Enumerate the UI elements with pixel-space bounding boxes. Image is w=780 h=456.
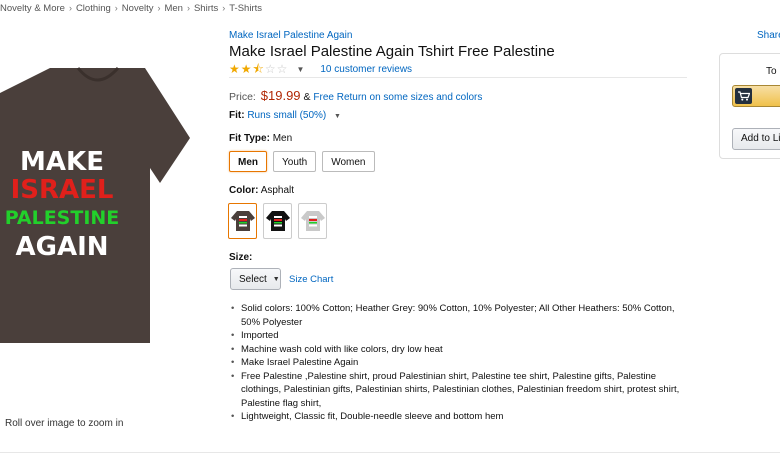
breadcrumb-separator: ›: [222, 3, 226, 13]
color-swatch-black[interactable]: [263, 203, 292, 239]
add-to-list-button[interactable]: Add to Li: [732, 128, 780, 150]
breadcrumb-novelty[interactable]: Novelty: [122, 3, 154, 14]
chevron-down-icon: ▼: [272, 275, 280, 283]
price-amp: &: [303, 91, 311, 103]
color-swatch-grey[interactable]: [298, 203, 327, 239]
fit-value-link[interactable]: Runs small (50%): [247, 110, 326, 121]
rating-row: ★ ★ ⯪ ☆ ☆ ▼ 10 customer reviews: [229, 62, 412, 76]
breadcrumb-separator: ›: [68, 3, 72, 13]
star-rating[interactable]: ★ ★ ⯪ ☆ ☆: [229, 63, 288, 75]
buybox-to-label: To: [766, 66, 777, 77]
fit-type-selected: Men: [272, 133, 293, 144]
divider: [229, 77, 687, 78]
size-label: Size:: [229, 252, 252, 263]
product-title: Make Israel Palestine Again Tshirt Free …: [229, 43, 555, 60]
chevron-down-icon[interactable]: ▼: [334, 113, 341, 120]
breadcrumb: Novelty & More › Clothing › Novelty › Men › Shir…: [0, 3, 262, 14]
breadcrumb-t-shirts[interactable]: T-Shirts: [229, 3, 262, 14]
breadcrumb-shirts[interactable]: Shirts: [194, 3, 218, 14]
product-image[interactable]: MAKE ISRAEL PALESTINE AGAIN: [0, 58, 195, 348]
breadcrumb-clothing[interactable]: Clothing: [76, 3, 111, 14]
breadcrumb-novelty-more[interactable]: Novelty & More: [0, 3, 65, 14]
price-value: $19.99: [260, 88, 301, 103]
size-select[interactable]: Select ▼: [230, 268, 281, 290]
fit-row: Fit: Runs small (50%) ▼: [229, 110, 341, 121]
price-row: Price: $19.99 & Free Return on some size…: [229, 88, 482, 103]
color-label-text: Color:: [229, 185, 259, 196]
customer-reviews-link[interactable]: 10 customer reviews: [320, 64, 412, 75]
brand-link[interactable]: Make Israel Palestine Again: [229, 30, 352, 41]
cart-icon: [735, 88, 752, 104]
star-full-icon: ★: [240, 62, 252, 76]
share-link[interactable]: Share: [757, 30, 780, 41]
fit-option-women[interactable]: Women: [322, 151, 375, 172]
star-full-icon: ★: [229, 62, 240, 76]
divider: [0, 452, 780, 453]
add-to-cart-button[interactable]: [732, 85, 780, 107]
size-chart-link[interactable]: Size Chart: [289, 274, 333, 285]
list-item: Solid colors: 100% Cotton; Heather Grey:…: [231, 302, 687, 329]
size-select-value: Select: [239, 273, 267, 285]
zoom-hint: Roll over image to zoom in: [5, 418, 124, 429]
chevron-down-icon[interactable]: ▼: [296, 65, 304, 74]
fit-type-label-text: Fit Type:: [229, 133, 270, 144]
size-label-text: Size:: [229, 252, 253, 263]
fit-label: Fit:: [229, 110, 245, 121]
shirt-text-israel: ISRAEL: [11, 175, 114, 205]
list-item: Imported: [231, 329, 687, 343]
list-item: Free Palestine ,Palestine shirt, proud P…: [231, 370, 687, 411]
breadcrumb-separator: ›: [186, 3, 190, 13]
color-label: Color: Asphalt: [229, 185, 294, 196]
breadcrumb-separator: ›: [157, 3, 161, 13]
breadcrumb-men[interactable]: Men: [164, 3, 182, 14]
star-half-icon: ⯪: [252, 62, 264, 76]
star-empty-icon: ☆: [276, 62, 288, 76]
shirt-text-again: AGAIN: [15, 232, 108, 262]
color-selected: Asphalt: [260, 185, 295, 196]
color-swatches: [228, 203, 333, 239]
fit-type-options: Men Youth Women: [229, 151, 381, 172]
color-swatch-asphalt[interactable]: [228, 203, 257, 239]
shirt-text-make: MAKE: [20, 147, 104, 177]
feature-bullets: Solid colors: 100% Cotton; Heather Grey:…: [231, 302, 687, 424]
star-empty-icon: ☆: [264, 62, 276, 76]
fit-option-men[interactable]: Men: [229, 151, 267, 172]
list-item: Machine wash cold with like colors, dry …: [231, 343, 687, 357]
fit-type-label: Fit Type: Men: [229, 133, 292, 144]
list-item: Make Israel Palestine Again: [231, 356, 687, 370]
fit-option-youth[interactable]: Youth: [273, 151, 317, 172]
breadcrumb-separator: ›: [114, 3, 118, 13]
free-return-link[interactable]: Free Return on some sizes and colors: [313, 92, 482, 103]
list-item: Lightweight, Classic fit, Double-needle …: [231, 410, 687, 424]
price-label: Price:: [229, 91, 256, 103]
shirt-text-palestine: PALESTINE: [5, 207, 120, 229]
